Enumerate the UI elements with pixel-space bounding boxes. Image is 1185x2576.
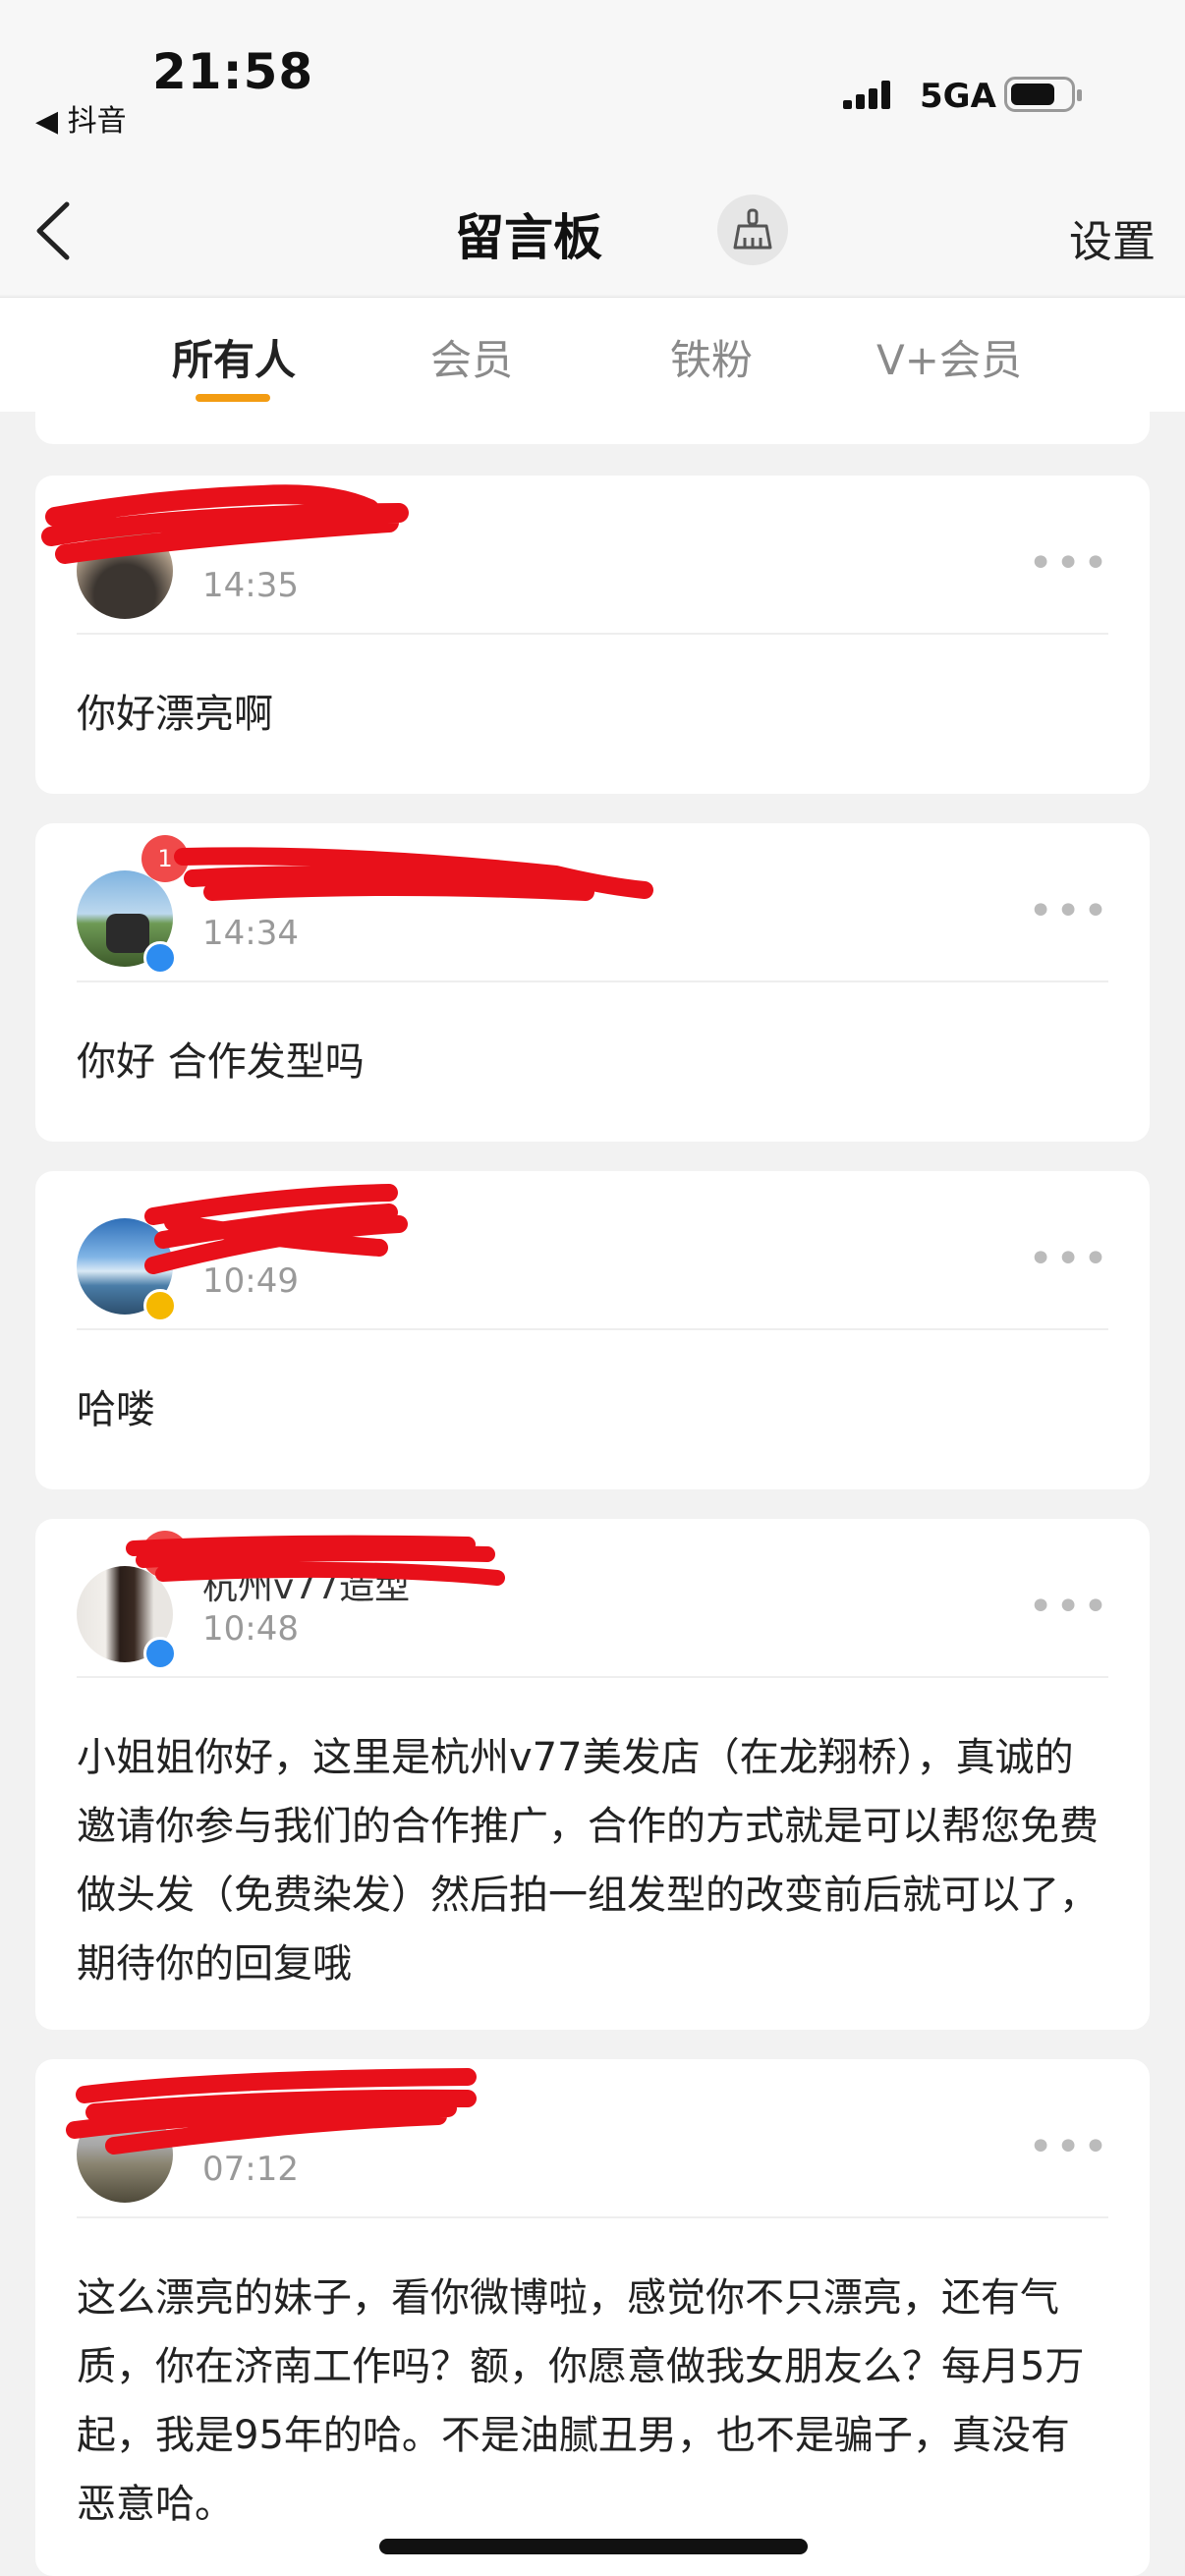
avatar[interactable] [77,2106,173,2203]
tab-all[interactable]: 所有人 [116,327,352,387]
username[interactable]: 杭州v77造型 [202,1558,410,1609]
clean-button[interactable] [717,195,788,265]
network-type: 5GA [920,77,996,116]
message-text: 这么漂亮的妹子，看你微博啦，感觉你不只漂亮，还有气质，你在济南工作吗？额，你愿意… [77,2275,1085,2527]
avatar[interactable] [77,523,173,619]
message-card[interactable]: 10:49 ••• 哈喽 [35,1171,1150,1489]
status-bar: 21:58 ◀ 抖音 5GA [0,0,1185,167]
notification-badge: 1 [141,1531,189,1578]
message-time: 07:12 [202,2150,299,2189]
status-time: 21:58 [152,43,314,100]
message-time: 14:35 [202,566,299,605]
page-title: 留言板 [455,209,602,266]
divider [77,2216,1108,2218]
nav-bar: 留言板 设置 [0,167,1185,295]
verified-badge-icon [143,941,177,975]
tab-iron-fans[interactable]: 铁粉 [593,327,829,387]
message-card[interactable]: 1 杭州v77造型 10:48 ••• 小姐姐你好，这里是杭州v77美发店（在龙… [35,1519,1150,2030]
home-indicator [379,2539,808,2554]
divider [77,1676,1108,1678]
tab-members[interactable]: 会员 [354,327,590,387]
verified-badge-icon [143,1289,177,1322]
previous-card-edge [35,411,1150,444]
divider [77,1328,1108,1330]
settings-button[interactable]: 设置 [1069,206,1156,269]
more-options-icon[interactable]: ••• [1028,1582,1110,1632]
battery-icon [1004,77,1082,112]
message-text: 小姐姐你好，这里是杭州v77美发店（在龙翔桥），真诚的邀请你参与我们的合作推广，… [77,1735,1099,1987]
filter-tabs: 所有人 会员 铁粉 V+会员 [0,297,1185,412]
redaction-scribble [144,1184,408,1274]
divider [77,633,1108,635]
broom-icon [733,208,772,250]
message-card[interactable]: 07:12 ••• 这么漂亮的妹子，看你微博啦，感觉你不只漂亮，还有气质，你在济… [35,2059,1150,2576]
message-card[interactable]: 1 14:34 ••• 你好 合作发型吗 [35,823,1150,1142]
more-options-icon[interactable]: ••• [1028,538,1110,588]
verified-badge-icon [143,1637,177,1670]
divider [77,980,1108,982]
active-tab-indicator [196,394,270,402]
signal-icon [843,81,890,109]
message-time: 10:49 [202,1261,299,1301]
message-time: 10:48 [202,1609,299,1649]
redaction-scribble [66,2068,477,2155]
more-options-icon[interactable]: ••• [1028,2122,1110,2172]
more-options-icon[interactable]: ••• [1028,1234,1110,1284]
message-card[interactable]: 14:35 ••• 你好漂亮啊 [35,476,1150,794]
message-text: 哈喽 [77,1387,155,1432]
message-text: 你好漂亮啊 [77,692,273,737]
message-time: 14:34 [202,914,299,953]
more-options-icon[interactable]: ••• [1028,886,1110,936]
redaction-scribble [41,484,409,564]
redaction-scribble [174,847,653,901]
message-text: 你好 合作发型吗 [77,1039,365,1085]
tab-v-plus-members[interactable]: V+会员 [831,327,1067,387]
notification-badge: 1 [141,835,189,882]
back-to-app-link[interactable]: ◀ 抖音 [35,96,127,140]
